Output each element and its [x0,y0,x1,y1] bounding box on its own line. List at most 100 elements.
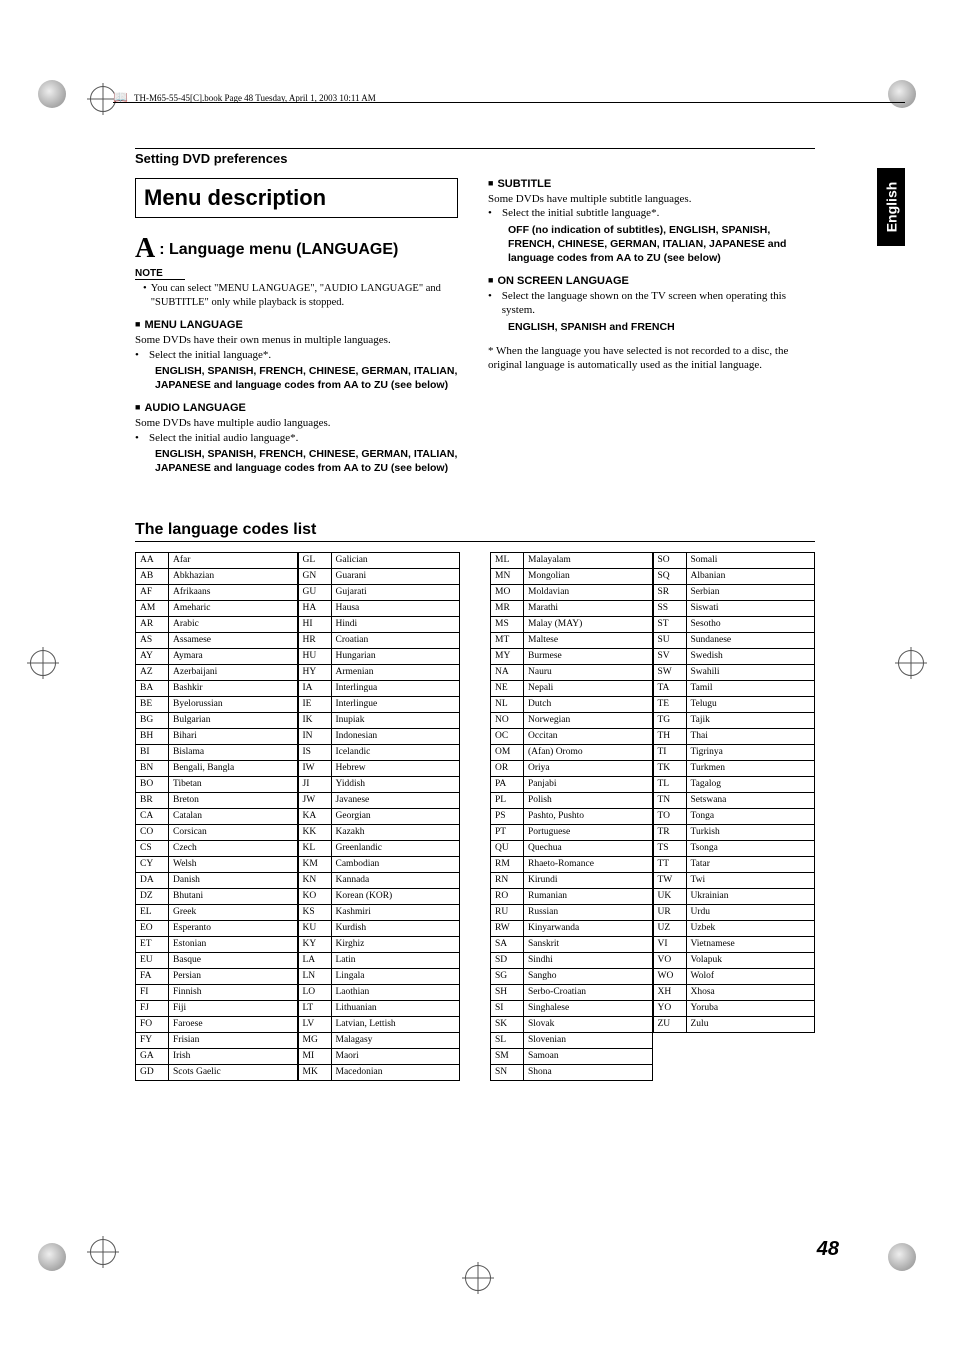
language-code: PT [491,825,524,841]
language-name: Basque [169,953,298,969]
square-icon: ■ [488,178,493,188]
codes-heading: The language codes list [135,521,815,539]
code-row: JIYiddish [298,777,460,793]
language-code: CA [136,809,169,825]
language-code: EU [136,953,169,969]
code-row: COCorsican [136,825,298,841]
audio-language-options: ENGLISH, SPANISH, FRENCH, CHINESE, GERMA… [135,447,460,475]
language-name: Abkhazian [169,569,298,585]
code-row: KYKirghiz [298,937,460,953]
language-name: Bashkir [169,681,298,697]
code-row: FYFrisian [136,1033,298,1049]
right-column: ■SUBTITLE Some DVDs have multiple subtit… [488,178,813,475]
language-name: Icelandic [331,745,460,761]
language-code: LV [298,1017,331,1033]
language-code: AR [136,617,169,633]
code-row: SNShona [491,1065,653,1081]
language-name: Azerbaijani [169,665,298,681]
menu-language-head: ■MENU LANGUAGE [135,319,460,331]
language-name: Yoruba [686,1001,815,1017]
language-name: Turkmen [686,761,815,777]
language-name: Kannada [331,873,460,889]
language-code: SW [653,665,686,681]
code-row: EUBasque [136,953,298,969]
registration-mark-icon [30,650,56,676]
subtitle-head-text: SUBTITLE [497,178,551,190]
language-code: JI [298,777,331,793]
language-name: Albanian [686,569,815,585]
language-name: Galician [331,553,460,569]
language-name: Tajik [686,713,815,729]
language-code: VI [653,937,686,953]
language-name: Samoan [524,1049,653,1065]
language-name: Uzbek [686,921,815,937]
osd-desc-text: Select the language shown on the TV scre… [502,289,813,318]
language-name: Corsican [169,825,298,841]
menu-language-options: ENGLISH, SPANISH, FRENCH, CHINESE, GERMA… [135,364,460,392]
language-name: Sangho [524,969,653,985]
code-row: NLDutch [491,697,653,713]
code-row: VIVietnamese [653,937,815,953]
language-name: Swedish [686,649,815,665]
language-code: RM [491,857,524,873]
language-code: GA [136,1049,169,1065]
language-code: PS [491,809,524,825]
language-code: NA [491,665,524,681]
language-name: Tatar [686,857,815,873]
code-row: HIHindi [298,617,460,633]
language-code: TW [653,873,686,889]
language-name: Setswana [686,793,815,809]
language-code: VO [653,953,686,969]
section-rule [135,148,815,149]
language-name: Panjabi [524,777,653,793]
language-code: LA [298,953,331,969]
language-name: Twi [686,873,815,889]
code-row: MGMalagasy [298,1033,460,1049]
code-row: ABAbkhazian [136,569,298,585]
language-name: Kashmiri [331,905,460,921]
language-code: IE [298,697,331,713]
left-column: Menu description A : Language menu (LANG… [135,178,460,475]
language-name: Sindhi [524,953,653,969]
language-code: YO [653,1001,686,1017]
code-row: SLSlovenian [491,1033,653,1049]
code-row: TSTsonga [653,841,815,857]
code-row: OM(Afan) Oromo [491,745,653,761]
code-row: BABashkir [136,681,298,697]
language-code: QU [491,841,524,857]
language-code: RO [491,889,524,905]
language-code: SS [653,601,686,617]
code-row: NONorwegian [491,713,653,729]
code-row: XHXhosa [653,985,815,1001]
code-row: SISinghalese [491,1001,653,1017]
code-row: TNSetswana [653,793,815,809]
square-icon: ■ [488,275,493,285]
language-code: KL [298,841,331,857]
language-code: BG [136,713,169,729]
code-row: QUQuechua [491,841,653,857]
menu-language-select-text: Select the initial language*. [149,348,271,362]
code-row: SHSerbo-Croatian [491,985,653,1001]
language-code: MN [491,569,524,585]
language-name: Afar [169,553,298,569]
language-name: Serbo-Croatian [524,985,653,1001]
language-name: Portuguese [524,825,653,841]
code-row: TLTagalog [653,777,815,793]
language-name: Pashto, Pushto [524,809,653,825]
codes-block-right: MLMalayalamMNMongolianMOMoldavianMRMarat… [490,552,815,1081]
language-name: Macedonian [331,1065,460,1081]
code-row: SWSwahili [653,665,815,681]
language-name: Esperanto [169,921,298,937]
code-row: SOSomali [653,553,815,569]
code-row: SGSangho [491,969,653,985]
code-row: SUSundanese [653,633,815,649]
bullet-icon: • [488,206,498,220]
language-code: HY [298,665,331,681]
language-code: OR [491,761,524,777]
language-code: GL [298,553,331,569]
code-row: GLGalician [298,553,460,569]
language-code: FA [136,969,169,985]
language-code: AZ [136,665,169,681]
registration-mark-icon [898,650,924,676]
language-code: OM [491,745,524,761]
